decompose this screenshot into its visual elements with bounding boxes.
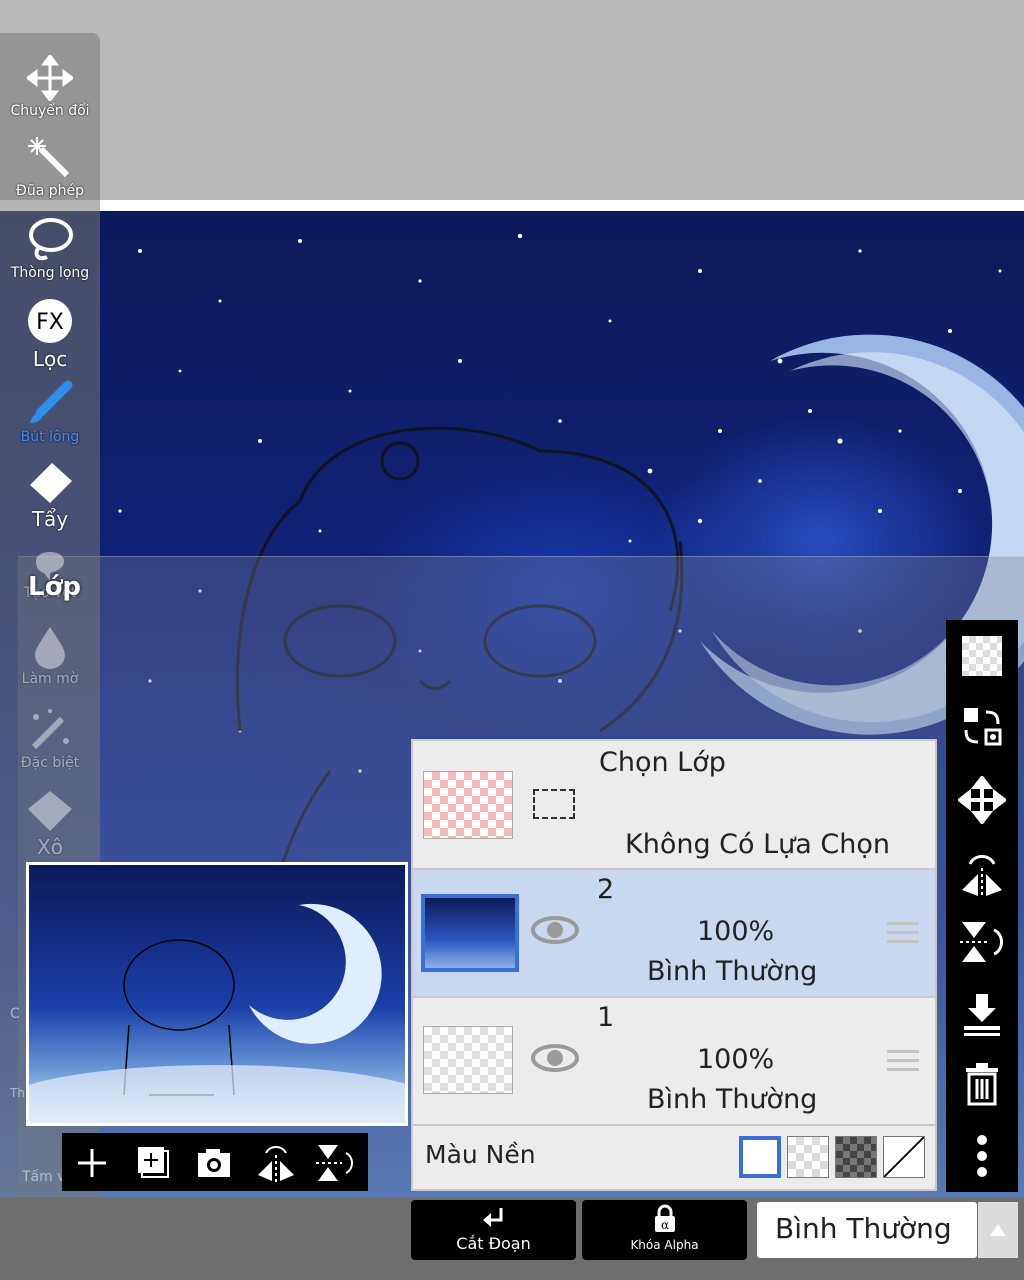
flip-vertical-icon[interactable]: [958, 918, 1006, 966]
tool-brush[interactable]: Bút lông: [0, 379, 100, 445]
visibility-eye-icon[interactable]: [531, 914, 579, 946]
preview-toolbar: [62, 1133, 368, 1191]
layer-blend-mode: Bình Thường: [647, 1084, 818, 1115]
layer-name: 2: [597, 874, 615, 905]
lock-icon: α: [654, 1204, 675, 1232]
bg-none-swatch[interactable]: [883, 1136, 925, 1178]
blend-mode-value: Bình Thường: [775, 1212, 952, 1245]
layer-thumbnail: [421, 894, 519, 972]
checker-icon[interactable]: [962, 636, 1002, 676]
blend-mode-select[interactable]: Bình Thường: [757, 1202, 977, 1258]
layer-opacity: 100%: [697, 916, 775, 947]
layer-thumbnail: [423, 1026, 513, 1094]
partial-label: Th: [10, 1086, 25, 1100]
tool-label: Tẩy: [31, 507, 69, 531]
layer-row-2[interactable]: 2 100% Bình Thường: [413, 870, 935, 998]
tool-blur[interactable]: Làm mờ: [0, 625, 100, 687]
blend-mode-dropdown[interactable]: [978, 1202, 1018, 1258]
selection-thumbnail: [423, 771, 513, 839]
tool-label: Đũa phép: [15, 183, 84, 199]
tool-label: Lọc: [32, 347, 68, 371]
background-label: Màu Nền: [425, 1140, 536, 1169]
layer-name: 1: [597, 1002, 615, 1033]
flip-horizontal-icon[interactable]: [254, 1141, 298, 1185]
triangle-up-icon: [990, 1224, 1006, 1236]
dashed-selection-icon: [533, 789, 575, 819]
alpha-lock-label: Khóa Alpha: [630, 1238, 699, 1252]
bg-checker-swatch[interactable]: [787, 1136, 829, 1178]
drag-handle-icon[interactable]: [887, 1050, 919, 1072]
tool-label: Chuyển đổi: [10, 103, 90, 119]
eraser-icon: [30, 463, 72, 503]
layer-blend-mode: Bình Thường: [647, 956, 818, 987]
tool-fill[interactable]: Xô: [0, 789, 100, 859]
clipping-button[interactable]: Cắt Đoạn: [411, 1200, 576, 1260]
add-layer-icon[interactable]: [70, 1141, 114, 1185]
flip-vertical-icon[interactable]: [314, 1141, 358, 1185]
selection-title: Chọn Lớp: [599, 747, 726, 778]
tool-filter[interactable]: FX Lọc: [0, 297, 100, 371]
tool-magic-wand[interactable]: Đũa phép: [0, 135, 100, 199]
fx-filter-icon: FX: [28, 299, 72, 343]
tool-lasso[interactable]: Thòng lọng: [0, 215, 100, 281]
layer-actions-bar: [946, 620, 1018, 1192]
drop-icon: [35, 627, 65, 669]
camera-icon[interactable]: [192, 1141, 236, 1185]
drag-handle-icon[interactable]: [887, 922, 919, 944]
bg-dark-checker-swatch[interactable]: [835, 1136, 877, 1178]
selection-layer-row[interactable]: Chọn Lớp Không Có Lựa Chọn: [413, 741, 935, 870]
layer-panel-title: Lớp: [28, 572, 82, 602]
tool-label: Xô: [37, 835, 63, 859]
merge-down-icon[interactable]: [958, 990, 1006, 1038]
brush-icon: [30, 380, 73, 423]
selection-status: Không Có Lựa Chọn: [625, 829, 891, 860]
partial-label: Tấm v: [22, 1169, 66, 1185]
tool-special[interactable]: Đặc biệt: [0, 707, 100, 771]
flip-horizontal-icon[interactable]: [958, 850, 1006, 898]
swap-icon[interactable]: [958, 702, 1006, 750]
trash-icon[interactable]: [958, 1060, 1006, 1108]
layer-opacity: 100%: [697, 1044, 775, 1075]
layer-row-1[interactable]: 1 100% Bình Thường: [413, 998, 935, 1126]
move-arrows-icon: [27, 55, 73, 101]
tool-label: Bút lông: [20, 429, 80, 445]
canvas-preview: [26, 862, 408, 1126]
layer-list: Chọn Lớp Không Có Lựa Chọn 2 100% Bình T…: [411, 739, 937, 1191]
more-icon[interactable]: [958, 1132, 1006, 1180]
tool-label: Làm mờ: [21, 671, 79, 687]
magic-wand-icon: [28, 137, 70, 178]
tool-transform[interactable]: Chuyển đổi: [0, 55, 100, 119]
tool-label: Đặc biệt: [20, 755, 80, 771]
clipping-label: Cắt Đoạn: [456, 1234, 531, 1253]
preview-artwork: [29, 903, 405, 1123]
alpha-lock-button[interactable]: α Khóa Alpha: [582, 1200, 747, 1260]
move-icon[interactable]: [958, 776, 1006, 824]
clip-arrow-icon: [482, 1208, 502, 1227]
partial-label: C: [10, 1006, 20, 1022]
bucket-icon: [28, 791, 72, 831]
sparkle-pen-icon: [31, 709, 69, 750]
tool-eraser[interactable]: Tẩy: [0, 461, 100, 531]
background-color-row: Màu Nền: [413, 1126, 935, 1189]
lasso-icon: [29, 218, 73, 261]
fx-icon-text: FX: [36, 310, 64, 335]
tool-label: Thòng lọng: [10, 265, 90, 281]
visibility-eye-icon[interactable]: [531, 1042, 579, 1074]
bg-white-swatch[interactable]: [739, 1136, 781, 1178]
add-layer-copy-icon[interactable]: [130, 1141, 174, 1185]
svg-text:α: α: [660, 1218, 668, 1232]
